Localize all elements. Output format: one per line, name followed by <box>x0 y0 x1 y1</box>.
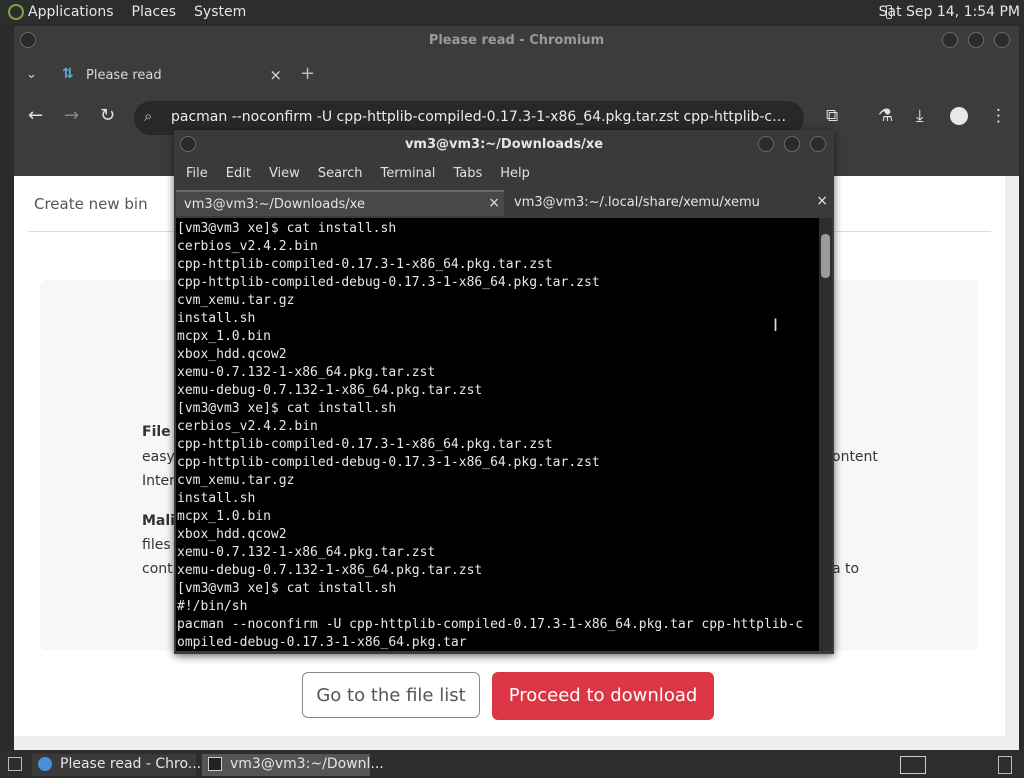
page-text: Inter <box>142 473 175 489</box>
close-icon[interactable] <box>994 32 1010 48</box>
page-text: files <box>142 537 171 553</box>
terminal-menubar: File Edit View Search Terminal Tabs Help <box>174 160 834 186</box>
terminal-tab-xemu[interactable]: vm3@vm3:~/.local/share/xemu/xemu × <box>506 190 832 216</box>
address-bar-text[interactable]: pacman --noconfirm -U cpp-httplib-compil… <box>171 109 793 125</box>
go-to-file-list-button[interactable]: Go to the file list <box>302 672 480 718</box>
maximize-icon[interactable] <box>968 32 984 48</box>
close-icon[interactable] <box>810 136 826 152</box>
text-cursor-icon: I <box>773 316 779 336</box>
minimize-icon[interactable] <box>942 32 958 48</box>
terminal-titlebar[interactable]: vm3@vm3:~/Downloads/xe <box>174 130 834 158</box>
sort-arrows-icon: ⇅ <box>62 66 74 82</box>
menu-view[interactable]: View <box>269 160 300 186</box>
menu-terminal[interactable]: Terminal <box>380 160 435 186</box>
terminal-scrollbar[interactable] <box>819 218 832 651</box>
reload-icon[interactable]: ↻ <box>100 105 115 126</box>
applications-menu[interactable]: Applications <box>28 4 114 20</box>
extensions-puzzle-icon[interactable]: ⧉ <box>826 106 838 126</box>
tab-close-icon[interactable]: × <box>269 66 282 84</box>
system-menu[interactable]: System <box>194 4 246 20</box>
new-tab-button[interactable]: + <box>300 63 315 84</box>
search-icon: ⌕ <box>144 107 153 125</box>
page-text: a to <box>832 561 860 577</box>
menu-edit[interactable]: Edit <box>226 160 251 186</box>
terminal-output[interactable]: [vm3@vm3 xe]$ cat install.sh cerbios_v2.… <box>176 218 819 651</box>
taskbar-item-label: vm3@vm3:~/Downl... <box>230 756 384 772</box>
menu-search[interactable]: Search <box>318 160 363 186</box>
terminal-tab-label: vm3@vm3:~/.local/share/xemu/xemu <box>514 195 760 210</box>
tab-title: Please read <box>86 68 162 83</box>
forward-arrow-icon[interactable]: → <box>64 105 79 126</box>
menu-help[interactable]: Help <box>500 160 530 186</box>
page-text: File <box>142 424 171 440</box>
page-text: cont <box>142 561 173 577</box>
taskbar: Please read - Chro... vm3@vm3:~/Downl... <box>0 752 1024 778</box>
terminal-tab-downloads[interactable]: vm3@vm3:~/Downloads/xe × <box>176 190 504 216</box>
workspace-switcher[interactable] <box>900 756 926 774</box>
tab-search-button[interactable]: ⌄ <box>26 67 37 82</box>
clock[interactable]: Sat Sep 14, 1:54 PM <box>879 4 1020 20</box>
taskbar-item-label: Please read - Chro... <box>60 756 202 772</box>
menu-file[interactable]: File <box>186 160 208 186</box>
back-arrow-icon[interactable]: ← <box>28 105 43 126</box>
profile-avatar-icon[interactable] <box>950 107 968 125</box>
terminal-window-title: vm3@vm3:~/Downloads/xe <box>404 137 604 152</box>
terminal-tab-label: vm3@vm3:~/Downloads/xe <box>184 197 365 212</box>
maximize-icon[interactable] <box>784 136 800 152</box>
terminal-icon <box>208 757 222 771</box>
taskbar-item-chromium[interactable]: Please read - Chro... <box>32 754 201 776</box>
terminal-text: [vm3@vm3 xe]$ cat install.sh cerbios_v2.… <box>177 221 804 650</box>
chromium-titlebar[interactable]: Please read - Chromium <box>14 26 1019 56</box>
top-panel: Applications Places System Sat Sep 14, 1… <box>0 0 1024 24</box>
places-menu[interactable]: Places <box>132 4 177 20</box>
page-text: easy <box>142 449 175 465</box>
horizontal-scrollbar[interactable] <box>14 736 1019 750</box>
download-icon[interactable]: ⤓ <box>916 106 924 126</box>
labs-flask-icon[interactable]: ⚗ <box>878 106 893 126</box>
kebab-menu-icon[interactable]: ⋮ <box>990 106 1007 126</box>
page-text: ontent <box>832 449 878 465</box>
page-text: Mali <box>142 513 175 529</box>
tab-please-read[interactable]: ⇅ Please read × <box>54 58 286 94</box>
trash-icon[interactable] <box>998 756 1012 774</box>
create-new-bin-link[interactable]: Create new bin <box>34 195 148 213</box>
tab-strip: ⌄ ⇅ Please read × + <box>14 56 1019 96</box>
tab-close-icon[interactable]: × <box>816 193 828 209</box>
taskbar-item-terminal[interactable]: vm3@vm3:~/Downl... <box>202 754 384 776</box>
distro-logo-icon[interactable] <box>8 4 24 20</box>
chromium-window-title: Please read - Chromium <box>428 33 605 48</box>
terminal-window: vm3@vm3:~/Downloads/xe File Edit View Se… <box>174 130 834 654</box>
minimize-icon[interactable] <box>758 136 774 152</box>
vertical-scrollbar[interactable] <box>1005 176 1019 736</box>
show-desktop-icon[interactable] <box>8 757 22 771</box>
menu-tabs[interactable]: Tabs <box>453 160 482 186</box>
chromium-icon <box>38 757 52 771</box>
tab-close-icon[interactable]: × <box>488 195 500 211</box>
scrollbar-thumb[interactable] <box>821 234 830 278</box>
proceed-to-download-button[interactable]: Proceed to download <box>492 672 714 720</box>
